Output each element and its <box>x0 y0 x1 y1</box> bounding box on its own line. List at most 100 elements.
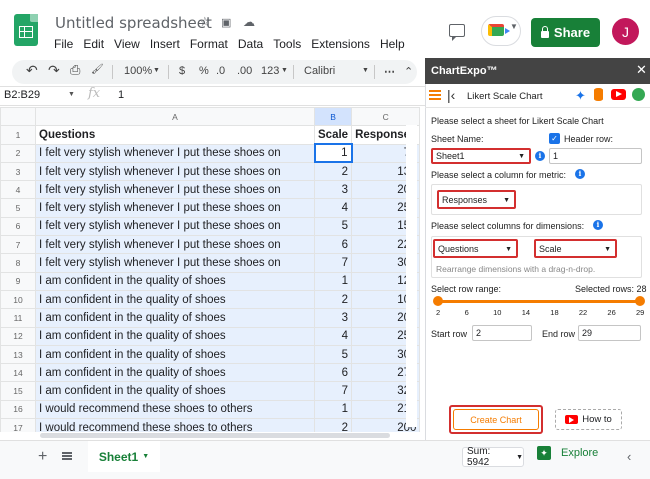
cell[interactable]: I felt very stylish whenever I put these… <box>35 216 315 237</box>
cell[interactable]: I am confident in the quality of shoes <box>35 326 315 346</box>
table-row[interactable]: 4I felt very stylish whenever I put thes… <box>0 180 421 200</box>
header-row-input[interactable]: 1 <box>549 148 642 164</box>
dimension-2-select[interactable]: Scale ▼ <box>534 239 617 258</box>
how-to-button[interactable]: How to <box>555 409 622 430</box>
info-icon[interactable]: i <box>535 151 545 161</box>
name-box[interactable]: B2:B29 <box>4 89 40 101</box>
table-row[interactable]: 8I felt very stylish whenever I put thes… <box>0 253 421 273</box>
cell[interactable]: I would recommend these shoes to others <box>35 418 315 432</box>
row-header[interactable]: 13 <box>0 344 36 365</box>
header-cell[interactable]: Scale <box>313 125 353 145</box>
create-chart-button[interactable]: Create Chart <box>453 409 539 430</box>
row-header[interactable]: 16 <box>0 399 36 420</box>
menu-insert[interactable]: Insert <box>150 37 180 51</box>
sheet-tab[interactable]: Sheet1 ▼ <box>88 441 160 472</box>
menu-tools[interactable]: Tools <box>273 37 301 51</box>
cell[interactable]: 6 <box>313 235 353 255</box>
cell[interactable]: 4 <box>313 326 353 346</box>
cell[interactable]: 4 <box>313 198 353 218</box>
row-header[interactable]: 11 <box>0 308 36 328</box>
dimension-1-select[interactable]: Questions ▼ <box>433 239 518 258</box>
formula-input[interactable]: 1 <box>118 89 124 101</box>
magic-wand-icon[interactable]: ✦ <box>575 88 586 104</box>
row-header[interactable]: 1 <box>0 125 36 145</box>
row-header[interactable]: 6 <box>0 216 36 237</box>
metric-select[interactable]: Responses ▼ <box>437 190 516 209</box>
cell[interactable]: 5 <box>313 344 353 365</box>
header-row-checkbox[interactable]: ✓ <box>549 133 560 144</box>
cell[interactable]: 3 <box>313 180 353 200</box>
redo-icon[interactable]: ↷ <box>48 62 60 79</box>
table-row[interactable]: 10 I am confident in the quality of shoes… <box>0 289 421 310</box>
sum-display[interactable]: Sum: 5942 ▼ <box>462 446 524 468</box>
document-title[interactable]: Untitled spreadsheet <box>55 14 212 32</box>
menu-data[interactable]: Data <box>238 37 263 51</box>
chevron-down-icon[interactable]: ▼ <box>68 91 75 98</box>
menu-view[interactable]: View <box>114 37 140 51</box>
sheet-select[interactable]: Sheet1 ▼ <box>431 148 531 164</box>
cell[interactable]: 2 <box>313 161 353 182</box>
select-all-corner[interactable] <box>0 107 36 127</box>
star-icon[interactable]: ☆ <box>199 14 211 30</box>
vertical-scrollbar[interactable] <box>406 125 417 427</box>
paint-format-icon[interactable]: 🖌 <box>91 64 104 75</box>
percent-format-button[interactable]: % <box>199 65 209 77</box>
cell[interactable]: I am confident in the quality of shoes <box>35 308 315 328</box>
cell[interactable]: I felt very stylish whenever I put these… <box>35 253 315 273</box>
row-header[interactable]: 14 <box>0 363 36 383</box>
header-cell[interactable]: Questions <box>35 125 315 145</box>
row-header[interactable]: 8 <box>0 253 36 273</box>
menu-file[interactable]: File <box>54 37 73 51</box>
slider-start-handle[interactable] <box>433 296 443 306</box>
collapse-toolbar-icon[interactable]: ⌃ <box>404 65 413 78</box>
cell[interactable]: I am confident in the quality of shoes <box>35 271 315 291</box>
row-header[interactable]: 9 <box>0 271 36 291</box>
cell[interactable]: 7 <box>313 253 353 273</box>
cell[interactable]: I felt very stylish whenever I put these… <box>35 143 315 163</box>
comment-history-icon[interactable] <box>449 24 465 41</box>
more-options-icon[interactable]: ⋯ <box>384 65 395 78</box>
font-select[interactable]: Calibri <box>304 65 335 77</box>
menu-extensions[interactable]: Extensions <box>311 37 370 51</box>
cell[interactable]: I am confident in the quality of shoes <box>35 344 315 365</box>
all-sheets-icon[interactable] <box>62 452 72 460</box>
chevron-left-icon[interactable]: ‹ <box>627 449 631 464</box>
increase-decimal-button[interactable]: .00 <box>237 65 252 77</box>
cell[interactable]: 6 <box>313 363 353 383</box>
cell[interactable]: I felt very stylish whenever I put these… <box>35 180 315 200</box>
cell[interactable]: 2 <box>313 418 353 432</box>
table-row[interactable]: 6I felt very stylish whenever I put thes… <box>0 216 421 237</box>
database-icon[interactable] <box>594 88 603 101</box>
row-header[interactable]: 2 <box>0 143 36 163</box>
currency-format-button[interactable]: $ <box>179 65 185 77</box>
table-row[interactable]: 12 I am confident in the quality of shoes… <box>0 326 421 346</box>
cell[interactable]: 7 <box>313 381 353 401</box>
cell[interactable]: 1 <box>313 271 353 291</box>
row-header[interactable]: 12 <box>0 326 36 346</box>
back-icon[interactable]: |‹ <box>447 87 455 103</box>
explore-button[interactable]: ✦ Explore <box>537 446 598 460</box>
table-row[interactable]: 15 I am confident in the quality of shoes… <box>0 381 421 401</box>
sheet-table[interactable]: A B C 1 Questions Scale Responses 2 I felt very … <box>0 107 421 432</box>
cell[interactable]: 2 <box>313 289 353 310</box>
cell[interactable]: I am confident in the quality of shoes <box>35 289 315 310</box>
menu-help[interactable]: Help <box>380 37 405 51</box>
row-header[interactable]: 17 <box>0 418 36 432</box>
table-row[interactable]: 14 I am confident in the quality of shoes… <box>0 363 421 383</box>
cell[interactable]: 5 <box>313 216 353 237</box>
row-header[interactable]: 3 <box>0 161 36 182</box>
print-icon[interactable]: ⎙ <box>70 62 80 78</box>
cell[interactable]: 3 <box>313 308 353 328</box>
info-icon[interactable]: i <box>575 169 585 179</box>
slider-end-handle[interactable] <box>635 296 645 306</box>
share-button[interactable]: Share <box>531 18 600 47</box>
row-range-slider[interactable] <box>437 300 640 303</box>
column-header-c[interactable]: C <box>351 107 421 127</box>
table-row[interactable]: 3I felt very stylish whenever I put thes… <box>0 161 421 182</box>
notification-icon[interactable] <box>632 88 645 101</box>
move-folder-icon[interactable]: ▣ <box>221 16 231 29</box>
avatar[interactable]: J <box>612 18 639 45</box>
cell[interactable]: I felt very stylish whenever I put these… <box>35 235 315 255</box>
cell[interactable]: I felt very stylish whenever I put these… <box>35 161 315 182</box>
more-formats-button[interactable]: 123 <box>261 65 279 77</box>
